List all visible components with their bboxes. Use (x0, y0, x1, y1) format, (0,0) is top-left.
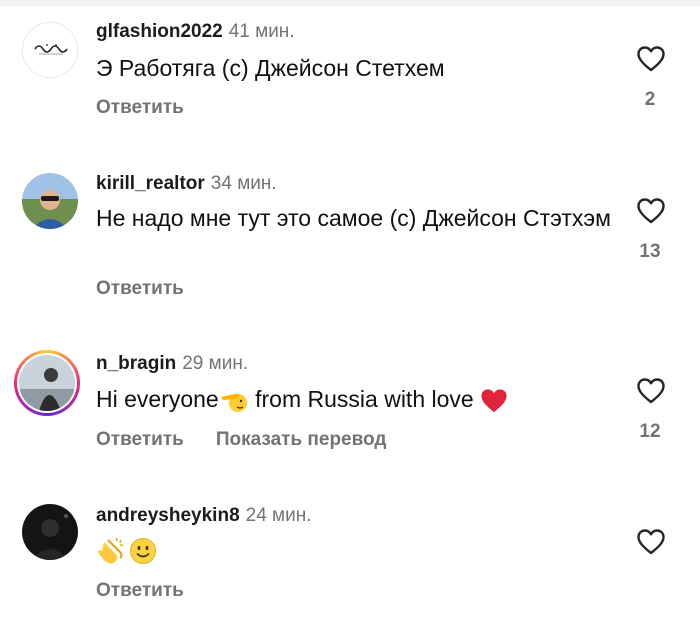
timestamp: 24 мин. (245, 505, 312, 526)
timestamp: 41 мин. (228, 21, 295, 42)
like-count: 2 (644, 89, 656, 110)
like-button[interactable] (634, 377, 668, 405)
comment-actions: Ответить (96, 278, 216, 300)
comment-actions: Ответить Показать перевод (96, 429, 418, 451)
top-divider (0, 0, 700, 6)
saluting-face-emoji (220, 393, 247, 412)
story-ring[interactable] (14, 350, 80, 416)
comment-meta: andreysheykin8 24 мин. (96, 505, 312, 527)
heart-outline-icon (637, 529, 665, 555)
avatar[interactable] (22, 504, 78, 560)
slightly-smiling-face-emoji (130, 537, 156, 564)
comment-text (96, 534, 616, 566)
comment-actions: Ответить (96, 97, 216, 119)
username[interactable]: kirill_realtor (96, 173, 205, 194)
avatar[interactable] (22, 22, 78, 78)
heart-outline-icon (637, 46, 665, 72)
comment-text: Э Работяга (с) Джейсон Стетхем (96, 55, 445, 81)
comment-meta: n_bragin 29 мин. (96, 353, 248, 375)
like-button[interactable] (634, 45, 668, 73)
like-count: 13 (639, 241, 661, 262)
username[interactable]: glfashion2022 (96, 21, 223, 42)
avatar (19, 355, 75, 411)
comment-text: Не надо мне тут это самое (с) Джейсон Ст… (96, 205, 611, 231)
reply-button[interactable]: Ответить (96, 580, 184, 601)
reply-button[interactable]: Ответить (96, 97, 184, 118)
timestamp: 29 мин. (182, 353, 249, 374)
comment-actions: Ответить (96, 580, 216, 602)
heart-outline-icon (637, 378, 665, 404)
comment-text: Hi everyone from Russia with love (96, 384, 616, 415)
avatar[interactable] (22, 173, 78, 229)
clapping-hands-emoji (98, 537, 123, 564)
comment-text-part: from Russia with love (248, 386, 481, 412)
username[interactable]: n_bragin (96, 353, 176, 374)
username[interactable]: andreysheykin8 (96, 505, 240, 526)
like-button[interactable] (634, 528, 668, 556)
comment-meta: glfashion2022 41 мин. (96, 21, 295, 43)
heart-outline-icon (637, 198, 665, 224)
reply-button[interactable]: Ответить (96, 278, 184, 299)
reply-button[interactable]: Ответить (96, 429, 184, 450)
like-count: 12 (639, 421, 661, 442)
comment-text-part: Hi everyone (96, 386, 219, 412)
red-heart-emoji (481, 389, 507, 413)
like-button[interactable] (634, 197, 668, 225)
show-translation-button[interactable]: Показать перевод (216, 429, 387, 450)
comment-meta: kirill_realtor 34 мин. (96, 173, 277, 195)
timestamp: 34 мин. (210, 173, 277, 194)
